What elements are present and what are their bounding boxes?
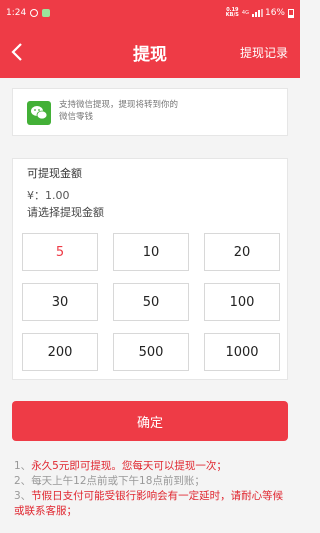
app-notification-icon xyxy=(42,9,51,17)
confirm-button[interactable]: 确定 xyxy=(12,401,288,441)
note-number: 3、 xyxy=(14,490,32,502)
amount-option-5[interactable]: 5 xyxy=(22,233,98,271)
status-time: 1:24 xyxy=(6,8,27,18)
network-speed-unit: KB/S xyxy=(225,12,239,18)
note-text: 每天上午12点前或下午18点前到账； xyxy=(31,475,205,487)
status-right: 0.19 KB/S 4G 16% xyxy=(226,8,294,18)
wechat-payout-card: 支持微信提现，提现将转到你的微信零钱 xyxy=(12,88,288,136)
note-item: 1、永久5元即可提现。您每天可以提现一次； xyxy=(14,459,290,474)
available-amount-label: 可提现金额 xyxy=(27,167,82,180)
note-text: 永久5元即可提现。您每天可以提现一次； xyxy=(31,460,227,472)
header: 提现 提现记录 xyxy=(0,26,300,78)
alarm-icon xyxy=(30,9,39,17)
available-balance: ¥：1.00 xyxy=(27,189,70,202)
note-text: 节假日支付可能受银行影响会有一定延时，请耐心等候或联系客服； xyxy=(14,490,284,517)
amount-option-1000[interactable]: 1000 xyxy=(204,333,280,371)
wechat-icon xyxy=(27,101,51,125)
amount-option-200[interactable]: 200 xyxy=(22,333,98,371)
withdraw-record-link[interactable]: 提现记录 xyxy=(240,44,288,61)
network-speed: 0.19 KB/S xyxy=(226,8,239,18)
battery-icon xyxy=(288,8,294,18)
withdraw-amount-card: 可提现金额 ¥：1.00 请选择提现金额 5 10 20 30 50 100 2… xyxy=(12,158,288,380)
wechat-description: 支持微信提现，提现将转到你的微信零钱 xyxy=(59,100,179,122)
amount-option-100[interactable]: 100 xyxy=(204,283,280,321)
note-item: 3、节假日支付可能受银行影响会有一定延时，请耐心等候或联系客服； xyxy=(14,489,290,519)
status-bar: 1:24 0.19 KB/S 4G 16% xyxy=(0,0,300,26)
withdraw-notes: 1、永久5元即可提现。您每天可以提现一次； 2、每天上午12点前或下午18点前到… xyxy=(14,459,290,519)
amount-option-10[interactable]: 10 xyxy=(113,233,189,271)
note-item: 2、每天上午12点前或下午18点前到账； xyxy=(14,474,290,489)
amount-option-20[interactable]: 20 xyxy=(204,233,280,271)
note-number: 1、 xyxy=(14,460,32,472)
amount-option-30[interactable]: 30 xyxy=(22,283,98,321)
network-type: 4G xyxy=(241,9,249,16)
battery-percent: 16% xyxy=(264,8,285,18)
amount-option-50[interactable]: 50 xyxy=(113,283,189,321)
signal-icon xyxy=(251,9,263,17)
amount-option-500[interactable]: 500 xyxy=(113,333,189,371)
note-number: 2、 xyxy=(14,475,32,487)
choose-amount-label: 请选择提现金额 xyxy=(27,206,104,219)
